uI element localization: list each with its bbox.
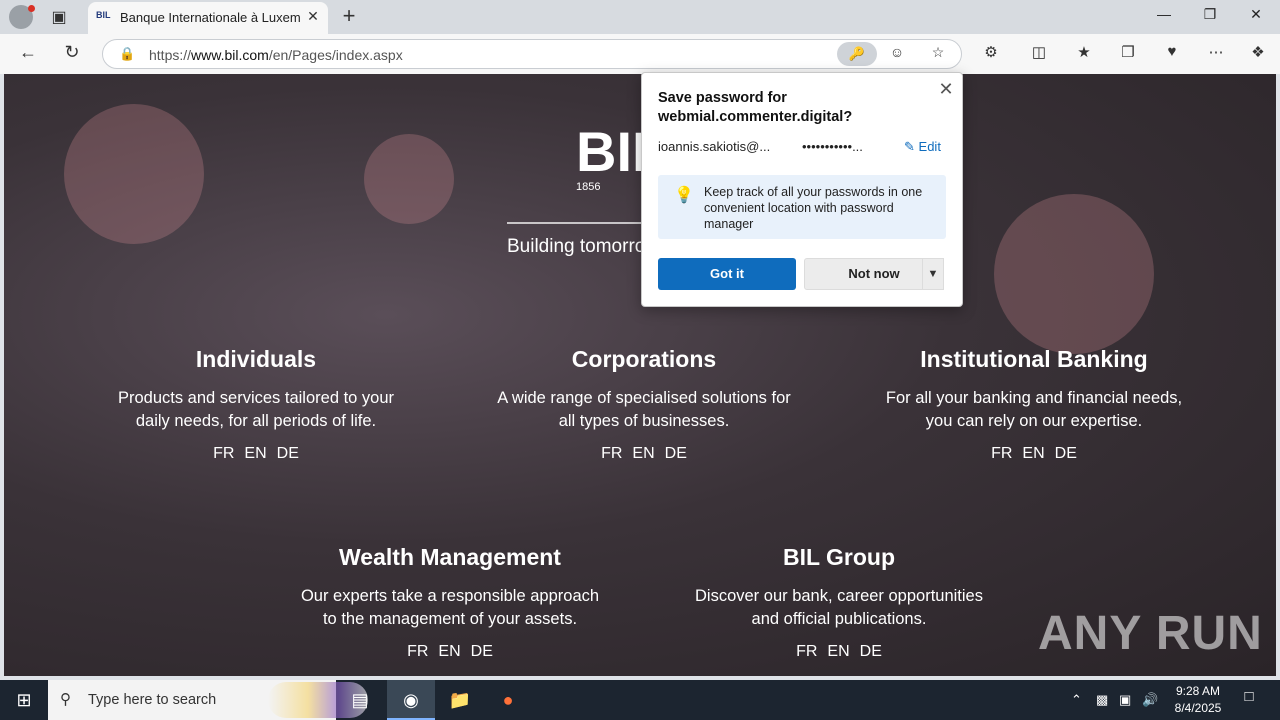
lang-en-link[interactable]: EN [438, 643, 460, 660]
section-description: For all your banking and financial needs… [885, 389, 1183, 430]
section-description: A wide range of specialised solutions fo… [497, 389, 791, 430]
browser-tab[interactable]: BIL Banque Internationale à Luxembourg ✕ [88, 2, 328, 34]
language-links: FR EN DE [494, 445, 794, 463]
restore-icon[interactable]: ❐ [1190, 6, 1230, 28]
tab-strip: ▣ BIL Banque Internationale à Luxembourg… [0, 0, 1280, 34]
chevron-down-icon[interactable]: ▼ [922, 258, 944, 290]
section-corporations: Corporations A wide range of specialised… [494, 346, 794, 463]
section-title[interactable]: Institutional Banking [884, 346, 1184, 373]
favorite-star-icon[interactable]: ☆ [927, 44, 949, 66]
extensions-icon[interactable]: ⚙ [979, 43, 1003, 65]
section-title[interactable]: BIL Group [689, 544, 989, 571]
system-clock[interactable]: 9:28 AM 8/4/2025 [1160, 683, 1236, 717]
password-value: •••••••••••... [802, 139, 863, 154]
search-placeholder: Type here to search [88, 692, 217, 708]
clock-date: 8/4/2025 [1174, 701, 1222, 715]
background-bokeh [994, 194, 1154, 354]
new-tab-icon[interactable]: + [338, 5, 360, 27]
edit-label: Edit [918, 139, 941, 154]
bil-favicon-icon: BIL [96, 10, 111, 20]
lang-fr-link[interactable]: FR [991, 445, 1012, 462]
section-bil-group: BIL Group Discover our bank, career oppo… [689, 544, 989, 661]
lang-en-link[interactable]: EN [827, 643, 849, 660]
lightbulb-icon: 💡 [674, 187, 694, 204]
network-icon[interactable]: ▣ [1119, 692, 1131, 708]
lang-fr-link[interactable]: FR [601, 445, 622, 462]
windows-taskbar: ⊞ ⚲ Type here to search ▤ ◉ 📁 ● ⌃ ▩ ▣ 🔊 … [0, 680, 1280, 720]
profile-badge-icon [28, 5, 35, 12]
lang-fr-link[interactable]: FR [796, 643, 817, 660]
close-icon[interactable]: ✕ [936, 79, 956, 99]
read-aloud-icon[interactable]: ☺ [886, 44, 908, 66]
settings-menu-icon[interactable]: ⋯ [1204, 43, 1228, 65]
tab-title: Banque Internationale à Luxembourg [120, 10, 300, 25]
search-icon: ⚲ [60, 691, 71, 708]
minimize-icon[interactable]: — [1144, 6, 1184, 28]
browser-essentials-icon[interactable]: ♥ [1160, 43, 1184, 65]
save-password-dialog: ✕ Save password for webmial.commenter.di… [641, 72, 963, 307]
lang-fr-link[interactable]: FR [407, 643, 428, 660]
language-links: FR EN DE [884, 445, 1184, 463]
taskbar-search[interactable]: ⚲ Type here to search [48, 680, 368, 720]
collections-icon[interactable]: ❐ [1116, 43, 1140, 65]
section-institutional-banking: Institutional Banking For all your banki… [884, 346, 1184, 463]
pencil-icon: ✎ [904, 139, 915, 154]
lang-de-link[interactable]: DE [665, 445, 687, 462]
section-description: Our experts take a responsible approach … [300, 587, 600, 628]
section-wealth-management: Wealth Management Our experts take a res… [300, 544, 600, 661]
windows-start-icon[interactable]: ⊞ [0, 680, 48, 720]
edit-button[interactable]: ✎ Edit [904, 139, 941, 155]
language-links: FR EN DE [300, 643, 600, 661]
lock-icon[interactable]: 🔒 [119, 46, 135, 62]
section-title[interactable]: Corporations [494, 346, 794, 373]
favorites-icon[interactable]: ★ [1072, 43, 1096, 65]
copilot-icon[interactable]: ❖ [1246, 43, 1270, 65]
refresh-icon[interactable]: ↻ [60, 42, 84, 66]
split-screen-icon[interactable]: ◫ [1027, 43, 1051, 65]
password-manager-tip: 💡 Keep track of all your passwords in on… [658, 175, 946, 239]
page-content: BIL 1856 Building tomorrow Individuals Pr… [4, 74, 1276, 676]
language-links: FR EN DE [106, 445, 406, 463]
background-bokeh [64, 104, 204, 244]
background-bokeh [364, 134, 454, 224]
tab-actions-icon[interactable]: ▣ [48, 7, 70, 27]
lang-en-link[interactable]: EN [244, 445, 266, 462]
volume-icon[interactable]: 🔊 [1142, 692, 1158, 708]
lang-de-link[interactable]: DE [277, 445, 299, 462]
section-individuals: Individuals Products and services tailor… [106, 346, 406, 463]
tip-text: Keep track of all your passwords in one … [704, 185, 923, 231]
firefox-app-icon[interactable]: ● [484, 680, 532, 720]
language-links: FR EN DE [689, 643, 989, 661]
dialog-title: Save password for webmial.commenter.digi… [658, 90, 853, 125]
anyrun-watermark: ANY RUN [1038, 607, 1263, 660]
lang-de-link[interactable]: DE [471, 643, 493, 660]
got-it-button[interactable]: Got it [658, 258, 796, 290]
section-title[interactable]: Wealth Management [300, 544, 600, 571]
password-key-icon[interactable]: 🔑 [837, 42, 877, 66]
lang-fr-link[interactable]: FR [213, 445, 234, 462]
tagline: Building tomorrow [507, 222, 647, 258]
clock-time: 9:28 AM [1175, 684, 1221, 698]
file-explorer-icon[interactable]: 📁 [436, 680, 484, 720]
show-hidden-icons-icon[interactable]: ⌃ [1071, 692, 1082, 708]
edge-app-icon[interactable]: ◉ [387, 680, 435, 720]
lang-en-link[interactable]: EN [632, 445, 654, 462]
security-tray-icon[interactable]: ▩ [1096, 692, 1108, 708]
section-description: Discover our bank, career opportunities … [695, 587, 983, 628]
address-bar[interactable]: 🔒 https://www.bil.com/en/Pages/index.asp… [102, 39, 962, 69]
lang-de-link[interactable]: DE [1055, 445, 1077, 462]
username-value: ioannis.sakiotis@... [658, 139, 771, 154]
url-text[interactable]: https://www.bil.com/en/Pages/index.aspx [149, 47, 403, 63]
lang-en-link[interactable]: EN [1022, 445, 1044, 462]
address-toolbar: ← ↻ 🔒 https://www.bil.com/en/Pages/index… [0, 34, 1280, 74]
close-tab-icon[interactable]: ✕ [304, 8, 322, 26]
section-description: Products and services tailored to your d… [117, 389, 395, 430]
close-window-icon[interactable]: ✕ [1236, 6, 1276, 28]
task-view-icon[interactable]: ▤ [336, 680, 384, 720]
back-icon[interactable]: ← [16, 42, 40, 66]
section-title[interactable]: Individuals [106, 346, 406, 373]
lang-de-link[interactable]: DE [860, 643, 882, 660]
notifications-icon[interactable]: □ [1236, 688, 1262, 712]
